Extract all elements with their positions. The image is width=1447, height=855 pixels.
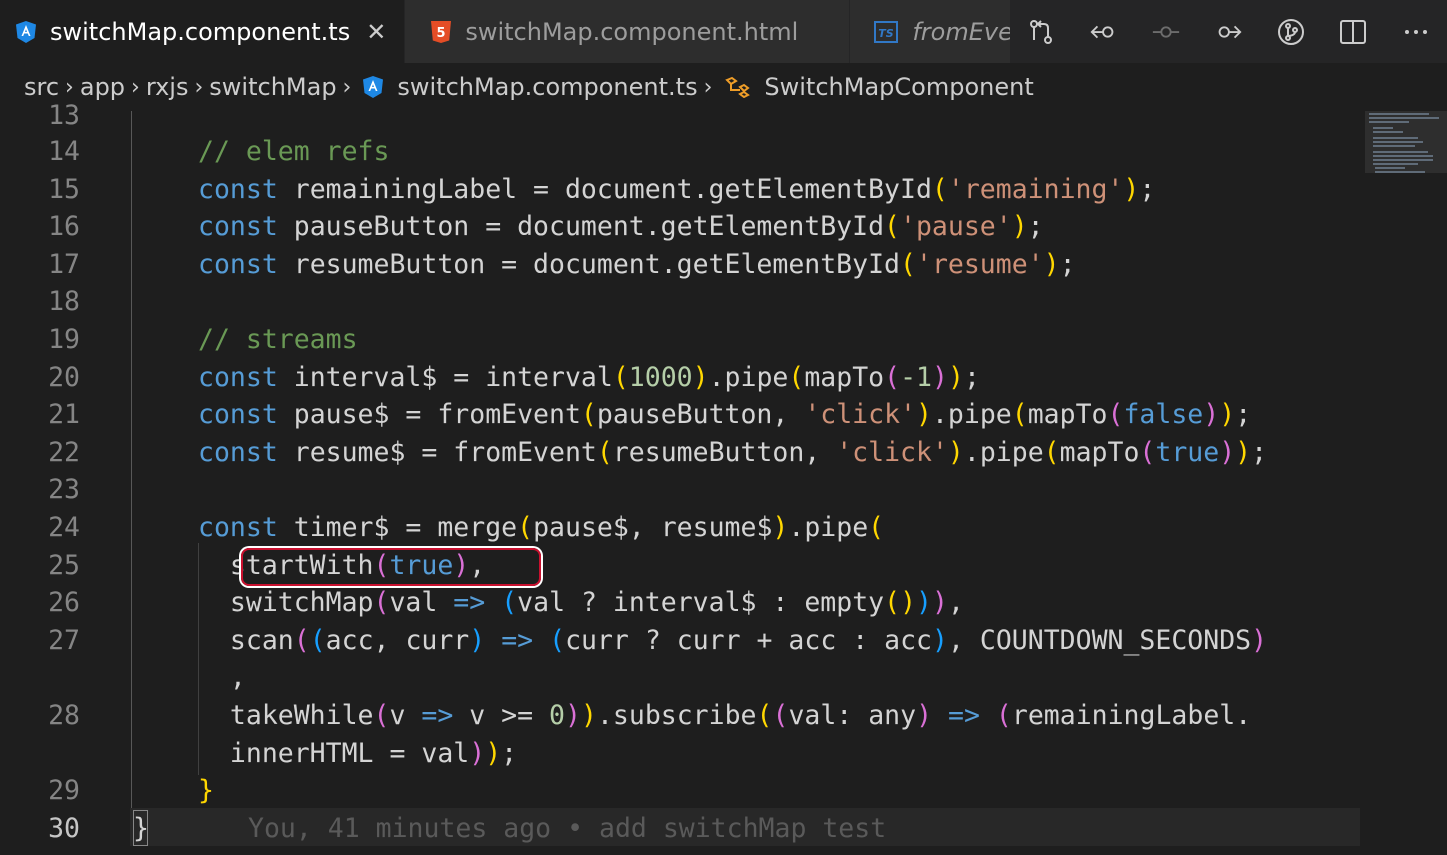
code-text: , [198, 662, 246, 693]
minimap-line [1369, 113, 1429, 115]
minimap-line [1369, 117, 1439, 119]
minimap-line [1373, 159, 1433, 161]
tab-label: switchMap.component.ts [50, 17, 351, 46]
code-line: 20 const interval$ = interval(1000).pipe… [0, 359, 1360, 397]
code-line: 14 // elem refs [0, 133, 1360, 171]
line-number: 19 [48, 324, 80, 355]
code-editor[interactable]: 13 14 // elem refs 15 const remainingLab… [0, 100, 1447, 855]
gitlens-icon[interactable] [1276, 17, 1306, 47]
code-text: const resumeButton = document.getElement… [198, 249, 1076, 280]
code-text: const pause$ = fromEvent(pauseButton, 'c… [198, 399, 1252, 430]
code-text: const resume$ = fromEvent(resumeButton, … [198, 437, 1268, 468]
line-number: 17 [48, 249, 80, 280]
chevron-right-icon: › [342, 74, 352, 100]
chevron-right-icon: › [131, 74, 140, 100]
minimap-line [1369, 121, 1409, 123]
tab-switchmap-component-html[interactable]: 5 switchMap.component.html [405, 0, 851, 63]
code-line: 25 startWith(true), [0, 547, 1360, 585]
svg-text:5: 5 [437, 26, 446, 41]
more-actions-icon[interactable] [1401, 17, 1431, 47]
minimap-line [1373, 137, 1418, 139]
line-number: 18 [48, 286, 80, 317]
minimap-line [1373, 163, 1418, 165]
text-cursor [133, 810, 148, 846]
line-number: 20 [48, 362, 80, 393]
code-text: const remainingLabel = document.getEleme… [198, 174, 1156, 205]
open-changes-icon[interactable] [1026, 17, 1056, 47]
code-line: 19 // streams [0, 321, 1360, 359]
minimap-line [1373, 141, 1423, 143]
code-comment: // streams [198, 324, 358, 355]
code-line: 27 scan((acc, curr) => (curr ? curr + ac… [0, 622, 1360, 660]
chevron-right-icon: › [65, 74, 74, 100]
svg-text:TS: TS [879, 27, 895, 40]
line-number: 26 [48, 587, 80, 618]
code-line: 30 } You, 41 minutes ago • add switchMap… [0, 810, 1360, 848]
code-line-wrapped: , [0, 659, 1360, 697]
minimap-line [1373, 151, 1428, 153]
code-line: 23 [0, 471, 1360, 509]
line-number: 28 [48, 700, 80, 731]
code-text: takeWhile(v => v >= 0)).subscribe((val: … [198, 700, 1252, 731]
git-blame-annotation: You, 41 minutes ago • add switchMap test [248, 813, 887, 844]
line-number: 14 [48, 136, 80, 167]
line-number: 27 [48, 625, 80, 656]
chevron-right-icon: › [194, 74, 204, 100]
code-line: 16 const pauseButton = document.getEleme… [0, 208, 1360, 246]
minimap-line [1373, 145, 1415, 147]
line-number: 21 [48, 399, 80, 430]
close-icon[interactable]: ✕ [366, 18, 386, 46]
minimap[interactable] [1365, 111, 1447, 855]
code-line: 29 } [0, 772, 1360, 810]
typescript-icon: TS [874, 20, 899, 43]
line-number: 25 [48, 550, 80, 581]
code-line: 24 const timer$ = merge(pause$, resume$)… [0, 509, 1360, 547]
code-text: const timer$ = merge(pause$, resume$).pi… [198, 512, 885, 543]
commit-icon [1151, 17, 1181, 47]
editor-actions [1010, 0, 1447, 63]
chevron-right-icon: › [703, 74, 713, 100]
line-number: 13 [48, 100, 80, 131]
code-text: } [198, 775, 214, 806]
tab-switchmap-component-ts[interactable]: switchMap.component.ts ✕ [0, 0, 406, 63]
minimap-line [1375, 167, 1405, 169]
angular-icon [16, 20, 36, 43]
line-number: 24 [48, 512, 80, 543]
code-text: const pauseButton = document.getElementB… [198, 211, 1044, 242]
code-line: 17 const resumeButton = document.getElem… [0, 246, 1360, 284]
code-text: scan((acc, curr) => (curr ? curr + acc :… [198, 625, 1268, 656]
code-line: 13 [0, 97, 1360, 135]
code-line-wrapped: innerHTML = val)); [0, 735, 1360, 773]
line-number: 29 [48, 775, 80, 806]
split-editor-icon[interactable] [1338, 17, 1368, 47]
code-line: 18 [0, 283, 1360, 321]
code-line: 22 const resume$ = fromEvent(resumeButto… [0, 434, 1360, 472]
minimap-line [1373, 155, 1433, 157]
line-number: 30 [48, 813, 80, 844]
code-line: 21 const pause$ = fromEvent(pauseButton,… [0, 396, 1360, 434]
code-line: 15 const remainingLabel = document.getEl… [0, 171, 1360, 209]
code-line: 28 takeWhile(v => v >= 0)).subscribe((va… [0, 697, 1360, 735]
code-line: 26 switchMap(val => (val ? interval$ : e… [0, 584, 1360, 622]
line-number: 22 [48, 437, 80, 468]
highlight-annotation [241, 548, 541, 586]
code-text: innerHTML = val)); [198, 738, 518, 769]
code-text: const interval$ = interval(1000).pipe(ma… [198, 362, 980, 393]
minimap-line [1373, 131, 1403, 133]
minimap-line [1375, 171, 1425, 173]
line-number: 15 [48, 174, 80, 205]
html5-icon: 5 [431, 20, 452, 43]
code-comment: // elem refs [198, 136, 390, 167]
line-number: 23 [48, 474, 80, 505]
tab-label: switchMap.component.html [465, 17, 799, 46]
line-number: 16 [48, 211, 80, 242]
class-symbol-icon [724, 76, 751, 98]
angular-icon [363, 76, 384, 98]
next-change-icon[interactable] [1213, 17, 1243, 47]
code-text: switchMap(val => (val ? interval$ : empt… [198, 587, 964, 618]
previous-change-icon[interactable] [1089, 17, 1119, 47]
minimap-line [1373, 127, 1393, 129]
